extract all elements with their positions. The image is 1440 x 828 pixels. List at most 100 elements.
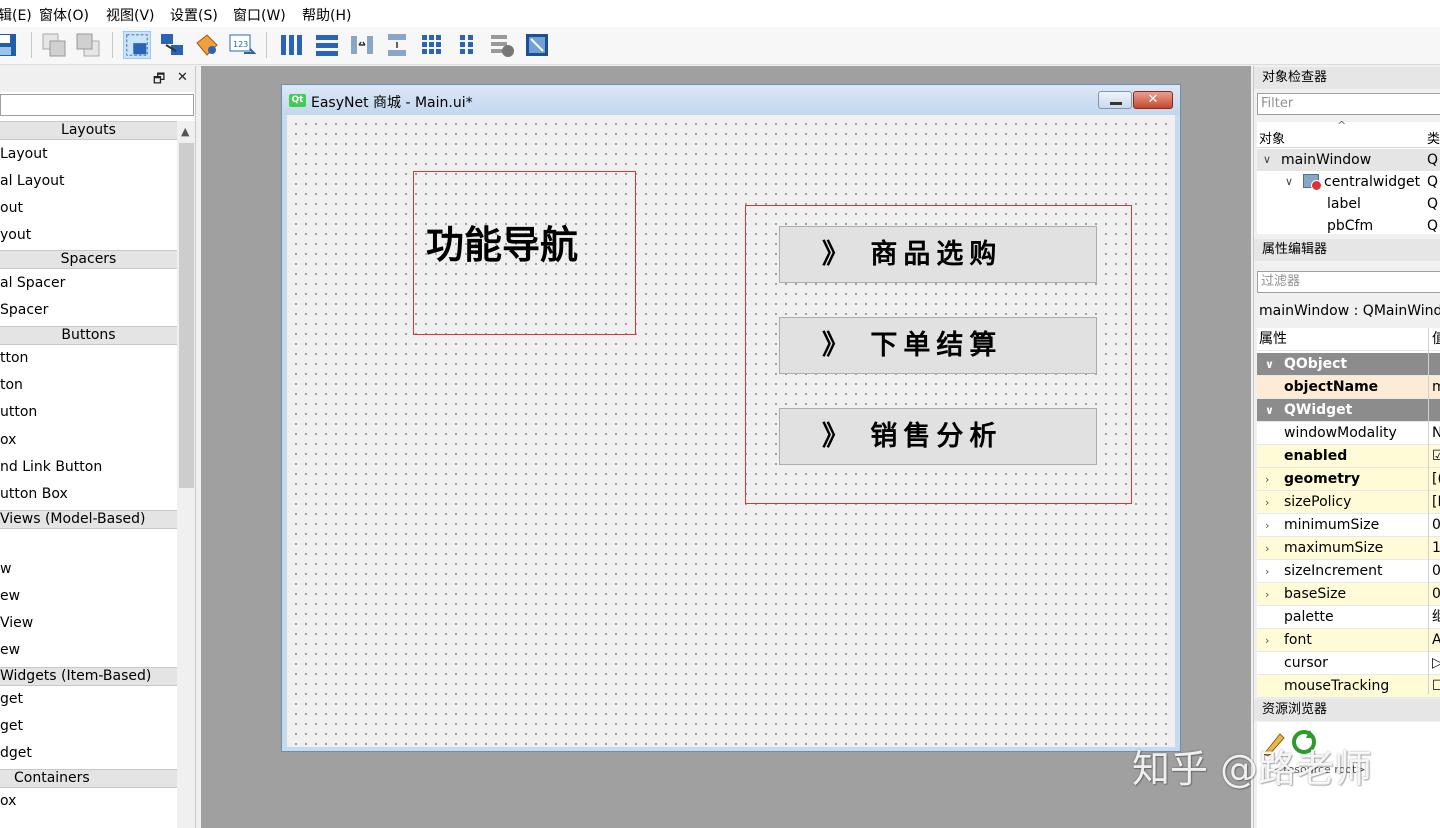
category-layouts[interactable]: Layouts — [0, 121, 177, 140]
category-buttons[interactable]: Buttons — [0, 326, 177, 345]
tree-row-mainwindow[interactable]: ∨ mainWindow Q — [1257, 149, 1440, 171]
widget-item[interactable]: nd Link Button — [0, 459, 102, 475]
category-containers[interactable]: Containers — [0, 769, 177, 788]
widget-item[interactable]: utton — [0, 404, 37, 420]
prop-row[interactable]: mouseTracking ☐ — [1257, 675, 1440, 698]
menu-form[interactable]: 窗体(O) — [39, 5, 89, 25]
collapse-icon[interactable]: ∨ — [1265, 353, 1274, 376]
widget-item[interactable]: Layout — [0, 146, 48, 162]
col-object[interactable]: 对象 — [1259, 128, 1285, 147]
prop-value[interactable]: 0 — [1432, 583, 1440, 606]
edit-signals-slots-icon[interactable] — [158, 31, 186, 59]
widget-item[interactable]: View — [0, 615, 33, 631]
category-item-views[interactable]: Views (Model-Based) — [0, 510, 177, 529]
edit-tab-order-icon[interactable]: 123 — [228, 31, 256, 59]
scroll-up-icon[interactable]: ▲ — [181, 125, 189, 138]
prop-row[interactable]: palette 继 — [1257, 606, 1440, 629]
label-layout-frame[interactable]: 功能导航 — [413, 171, 636, 335]
expand-icon[interactable]: › — [1265, 537, 1269, 560]
prop-value[interactable]: 0 — [1432, 514, 1440, 537]
prop-value[interactable]: 继 — [1432, 606, 1440, 629]
menu-view[interactable]: 视图(V) — [106, 5, 155, 25]
collapse-icon[interactable]: ∨ — [1263, 149, 1271, 171]
send-to-back-icon[interactable] — [74, 31, 102, 59]
prop-row[interactable]: windowModality N — [1257, 422, 1440, 445]
col-value[interactable]: 值 — [1432, 328, 1440, 351]
button-layout-frame[interactable]: 》 商品选购 》 下单结算 》 销售分析 — [745, 205, 1132, 504]
widget-item[interactable]: tton — [0, 350, 28, 366]
scroll-thumb[interactable] — [179, 143, 194, 488]
checkout-button[interactable]: 》 下单结算 — [779, 317, 1097, 374]
edit-widgets-icon[interactable] — [123, 31, 151, 59]
prop-row[interactable]: › font A — [1257, 629, 1440, 652]
prop-value[interactable]: N — [1432, 422, 1440, 445]
prop-row[interactable]: › baseSize 0 — [1257, 583, 1440, 606]
expand-icon[interactable]: › — [1265, 468, 1269, 491]
prop-value[interactable]: A — [1432, 629, 1440, 652]
menu-settings[interactable]: 设置(S) — [170, 5, 218, 25]
col-property[interactable]: 属性 — [1259, 328, 1287, 351]
prop-value[interactable]: 1 — [1432, 537, 1440, 560]
collapse-icon[interactable]: ∨ — [1265, 399, 1274, 422]
prop-value[interactable]: ▷ — [1432, 652, 1440, 675]
widget-filter-input[interactable] — [0, 94, 194, 116]
form-window[interactable]: Qt EasyNet 商城 - Main.ui* ✕ 功能导航 》 商品选购 》… — [281, 84, 1181, 752]
prop-row[interactable]: › maximumSize 1 — [1257, 537, 1440, 560]
collapse-icon[interactable]: ∨ — [1285, 171, 1293, 193]
layout-grid-icon[interactable] — [418, 31, 446, 59]
menu-edit[interactable]: 辑(E) — [0, 5, 32, 25]
widget-item[interactable]: out — [0, 200, 23, 216]
tree-row-centralwidget[interactable]: ∨ centralwidget Q — [1257, 171, 1440, 193]
prop-row[interactable]: enabled ☑ — [1257, 445, 1440, 468]
break-layout-icon[interactable] — [488, 31, 516, 59]
layout-vertical-icon[interactable] — [313, 31, 341, 59]
widget-item[interactable]: get — [0, 691, 23, 707]
save-icon[interactable] — [0, 31, 18, 59]
expand-icon[interactable]: › — [1265, 491, 1269, 514]
tree-row-pbcfm[interactable]: pbCfm Q — [1257, 215, 1440, 237]
prop-value[interactable]: [( — [1432, 468, 1440, 491]
widget-item[interactable]: ew — [0, 642, 20, 658]
close-button[interactable]: ✕ — [1133, 91, 1173, 109]
widget-item[interactable]: w — [0, 561, 11, 577]
form-canvas[interactable]: 功能导航 》 商品选购 》 下单结算 》 销售分析 — [287, 115, 1175, 747]
prop-row[interactable]: cursor ▷ — [1257, 652, 1440, 675]
layout-form-icon[interactable] — [453, 31, 481, 59]
widget-item[interactable]: Spacer — [0, 302, 48, 318]
prop-value[interactable]: m — [1432, 376, 1440, 399]
widget-item[interactable]: ton — [0, 377, 23, 393]
minimize-button[interactable] — [1098, 91, 1132, 109]
prop-row[interactable]: › minimumSize 0 — [1257, 514, 1440, 537]
layout-vertical-splitter-icon[interactable] — [383, 31, 411, 59]
widget-item[interactable]: ew — [0, 588, 20, 604]
prop-value[interactable]: 0 — [1432, 560, 1440, 583]
nav-title-label[interactable]: 功能导航 — [426, 214, 578, 269]
expand-icon[interactable]: › — [1265, 514, 1269, 537]
category-spacers[interactable]: Spacers — [0, 250, 177, 269]
prop-row[interactable]: › geometry [( — [1257, 468, 1440, 491]
widget-item[interactable]: ox — [0, 793, 16, 809]
form-title-bar[interactable]: Qt EasyNet 商城 - Main.ui* ✕ — [282, 85, 1180, 115]
col-class[interactable]: 类 — [1427, 128, 1440, 147]
widget-item[interactable]: dget — [0, 745, 32, 761]
shop-button[interactable]: 》 商品选购 — [779, 226, 1097, 283]
property-filter-input[interactable]: 过滤器 — [1257, 271, 1440, 293]
edit-buddies-icon[interactable] — [193, 31, 221, 59]
prop-row[interactable]: › sizeIncrement 0 — [1257, 560, 1440, 583]
widget-item[interactable]: yout — [0, 227, 31, 243]
adjust-size-icon[interactable] — [523, 31, 551, 59]
layout-horizontal-splitter-icon[interactable] — [348, 31, 376, 59]
widget-item[interactable]: ox — [0, 432, 16, 448]
prop-group-qobject[interactable]: ∨ QObject — [1257, 353, 1440, 376]
bring-to-front-icon[interactable] — [40, 31, 68, 59]
widget-box-scrollbar[interactable]: ▲ — [177, 121, 195, 828]
expand-icon[interactable]: › — [1265, 583, 1269, 606]
category-item-widgets[interactable]: Widgets (Item-Based) — [0, 667, 177, 686]
prop-row[interactable]: objectName m — [1257, 376, 1440, 399]
layout-horizontal-icon[interactable] — [278, 31, 306, 59]
float-icon[interactable]: 🗗 — [153, 70, 165, 92]
prop-row[interactable]: › sizePolicy [P — [1257, 491, 1440, 514]
expand-icon[interactable]: › — [1265, 629, 1269, 652]
menu-window[interactable]: 窗口(W) — [233, 5, 286, 25]
widget-item[interactable]: al Layout — [0, 173, 65, 189]
